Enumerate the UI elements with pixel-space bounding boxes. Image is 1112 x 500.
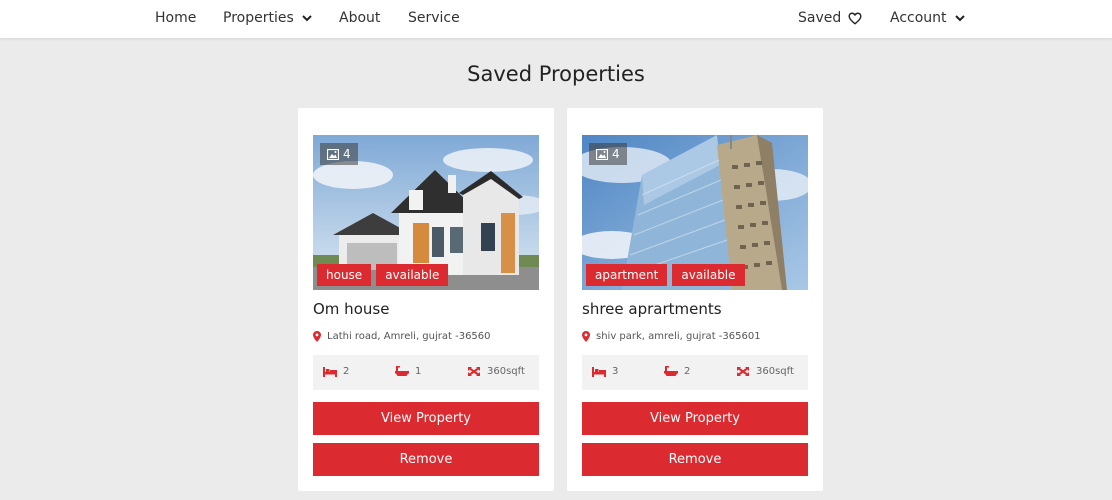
status-tag: available xyxy=(376,264,449,286)
nav-saved[interactable]: Saved xyxy=(798,10,862,26)
type-tag: apartment xyxy=(586,264,668,286)
remove-button[interactable]: Remove xyxy=(582,443,808,476)
bedroom-value: 3 xyxy=(612,366,619,377)
bedroom-count: 2 xyxy=(323,366,349,377)
top-navbar: Home Properties About Service Saved Acco… xyxy=(0,0,1112,38)
nav-properties-label: Properties xyxy=(223,10,294,26)
chevron-down-icon xyxy=(302,15,312,22)
nav-about[interactable]: About xyxy=(339,10,380,26)
chevron-down-icon xyxy=(954,15,965,22)
bath-icon xyxy=(395,366,409,376)
area-size: 360sqft xyxy=(736,366,794,377)
bathroom-value: 1 xyxy=(415,366,422,377)
bed-icon xyxy=(592,367,606,377)
address-text: Lathi road, Amreli, gujrat -36560 xyxy=(327,331,491,342)
bathroom-count: 2 xyxy=(664,366,690,377)
bathroom-count: 1 xyxy=(395,366,421,377)
image-icon xyxy=(596,148,608,160)
address-text: shiv park, amreli, gujrat -365601 xyxy=(596,331,761,342)
image-count-badge: 4 xyxy=(589,143,627,165)
bedroom-value: 2 xyxy=(343,366,350,377)
view-property-button[interactable]: View Property xyxy=(582,402,808,435)
nav-home[interactable]: Home xyxy=(155,10,196,26)
expand-icon xyxy=(737,367,749,376)
nav-service[interactable]: Service xyxy=(408,10,460,26)
image-count-badge: 4 xyxy=(320,143,358,165)
remove-button[interactable]: Remove xyxy=(313,443,539,476)
nav-service-label: Service xyxy=(408,10,460,26)
property-address: Lathi road, Amreli, gujrat -36560 xyxy=(313,331,491,342)
nav-account-dropdown[interactable]: Account xyxy=(890,10,966,26)
area-size: 360sqft xyxy=(467,366,525,377)
property-card: 4 house available Om house Lathi road, A… xyxy=(298,108,554,491)
nav-account-label: Account xyxy=(890,10,947,26)
tag-list: apartment available xyxy=(586,264,745,286)
view-property-button[interactable]: View Property xyxy=(313,402,539,435)
bath-icon xyxy=(664,366,678,376)
location-pin-icon xyxy=(313,331,321,342)
property-card: 4 apartment available shree aprartments … xyxy=(567,108,823,491)
property-address: shiv park, amreli, gujrat -365601 xyxy=(582,331,761,342)
page-title: Saved Properties xyxy=(467,62,645,86)
bed-icon xyxy=(323,367,337,377)
tag-list: house available xyxy=(317,264,449,286)
expand-icon xyxy=(468,367,480,376)
nav-saved-label: Saved xyxy=(798,10,842,26)
property-features: 3 2 360sqft xyxy=(582,355,808,390)
heart-icon xyxy=(848,12,862,25)
image-count: 4 xyxy=(343,147,351,161)
status-tag: available xyxy=(672,264,745,286)
location-pin-icon xyxy=(582,331,590,342)
image-count: 4 xyxy=(612,147,620,161)
nav-properties-dropdown[interactable]: Properties xyxy=(223,10,313,26)
image-icon xyxy=(327,148,339,160)
bedroom-count: 3 xyxy=(592,366,618,377)
area-value: 360sqft xyxy=(487,366,525,377)
property-photo[interactable]: 4 house available xyxy=(313,135,539,290)
bathroom-value: 2 xyxy=(684,366,691,377)
property-features: 2 1 360sqft xyxy=(313,355,539,390)
property-title[interactable]: Om house xyxy=(313,300,389,318)
area-value: 360sqft xyxy=(756,366,794,377)
property-title[interactable]: shree aprartments xyxy=(582,300,722,318)
property-photo[interactable]: 4 apartment available xyxy=(582,135,808,290)
nav-about-label: About xyxy=(339,10,381,26)
nav-home-label: Home xyxy=(155,10,197,26)
type-tag: house xyxy=(317,264,372,286)
